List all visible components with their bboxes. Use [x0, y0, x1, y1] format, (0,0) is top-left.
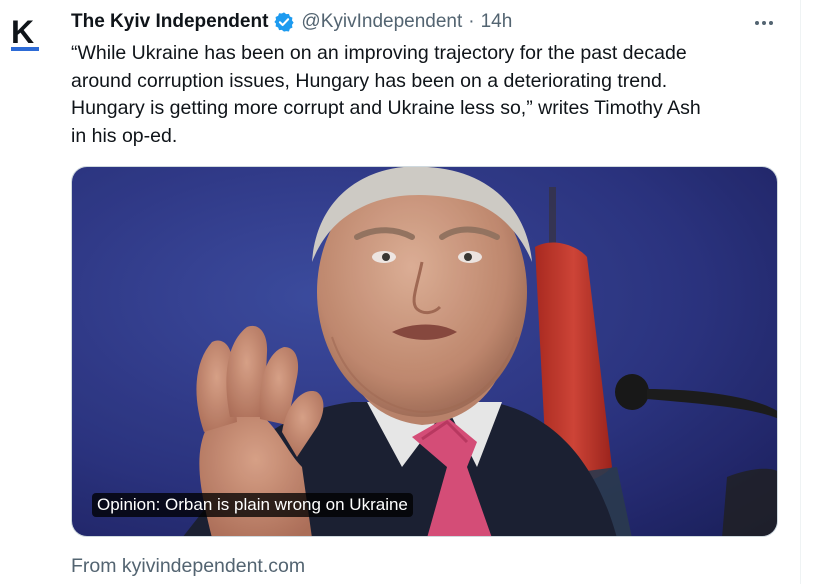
separator-dot: ·	[468, 11, 475, 32]
author-handle[interactable]: @KyivIndependent	[301, 11, 462, 33]
avatar-underline	[11, 47, 39, 51]
timeline-divider	[800, 0, 801, 584]
link-card[interactable]: Opinion: Orban is plain wrong on Ukraine	[71, 166, 778, 537]
tweet-text: “While Ukraine has been on an improving …	[71, 42, 701, 147]
more-options-icon[interactable]	[751, 10, 777, 36]
tweet-header: The Kyiv Independent @KyivIndependent · …	[71, 8, 512, 36]
verified-badge-icon[interactable]	[273, 11, 295, 33]
tweet-timestamp[interactable]: 14h	[481, 11, 513, 33]
author-name[interactable]: The Kyiv Independent	[71, 11, 268, 33]
avatar[interactable]: K	[8, 14, 44, 54]
card-source-link[interactable]: From kyivindependent.com	[71, 555, 305, 578]
avatar-letter: K	[11, 14, 35, 50]
card-image	[72, 167, 777, 536]
card-caption: Opinion: Orban is plain wrong on Ukraine	[92, 493, 413, 517]
tweet-page: K The Kyiv Independent @KyivIndependent …	[0, 0, 817, 584]
